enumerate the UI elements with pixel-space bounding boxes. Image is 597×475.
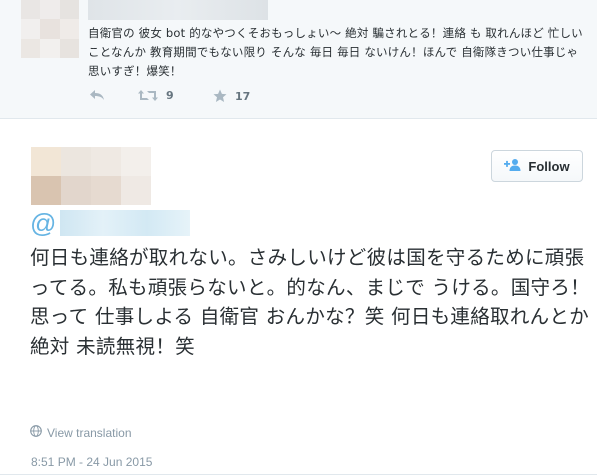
user-handle[interactable]: @ — [30, 208, 191, 238]
add-user-icon — [504, 158, 522, 175]
view-translation-link[interactable]: View translation — [30, 425, 132, 440]
retweet-count: 9 — [166, 89, 174, 102]
reply-tweet-text: 自衛官の 彼女 bot 的なやつくそおもっしょい～ 絶対 騙されとる！連絡 も … — [88, 26, 583, 78]
favorite-count: 17 — [235, 89, 251, 103]
reply-tweet: 自衛官の 彼女 bot 的なやつくそおもっしょい～ 絶対 騙されとる！連絡 も … — [0, 0, 597, 119]
reply-icon — [89, 89, 105, 101]
globe-icon — [30, 425, 42, 440]
follow-button[interactable]: Follow — [491, 150, 583, 182]
retweet-icon — [138, 89, 158, 102]
retweet-button[interactable]: 9 — [138, 89, 174, 102]
follow-label: Follow — [528, 158, 570, 174]
favorite-button[interactable]: 17 — [213, 89, 250, 103]
tweet-text: 何日も連絡が取れない。さみしいけど彼は国を守るために頑張ってる。私も頑張らないと… — [30, 246, 590, 358]
reply-button[interactable] — [89, 89, 105, 101]
tweet-timestamp[interactable]: 8:51 PM - 24 Jun 2015 — [31, 455, 152, 469]
view-translation-label: View translation — [47, 425, 132, 440]
star-icon — [213, 89, 227, 103]
avatar[interactable] — [21, 0, 79, 58]
avatar[interactable] — [31, 147, 151, 205]
at-symbol: @ — [30, 208, 57, 238]
user-name-blurred — [88, 0, 268, 20]
handle-blurred — [60, 210, 191, 236]
